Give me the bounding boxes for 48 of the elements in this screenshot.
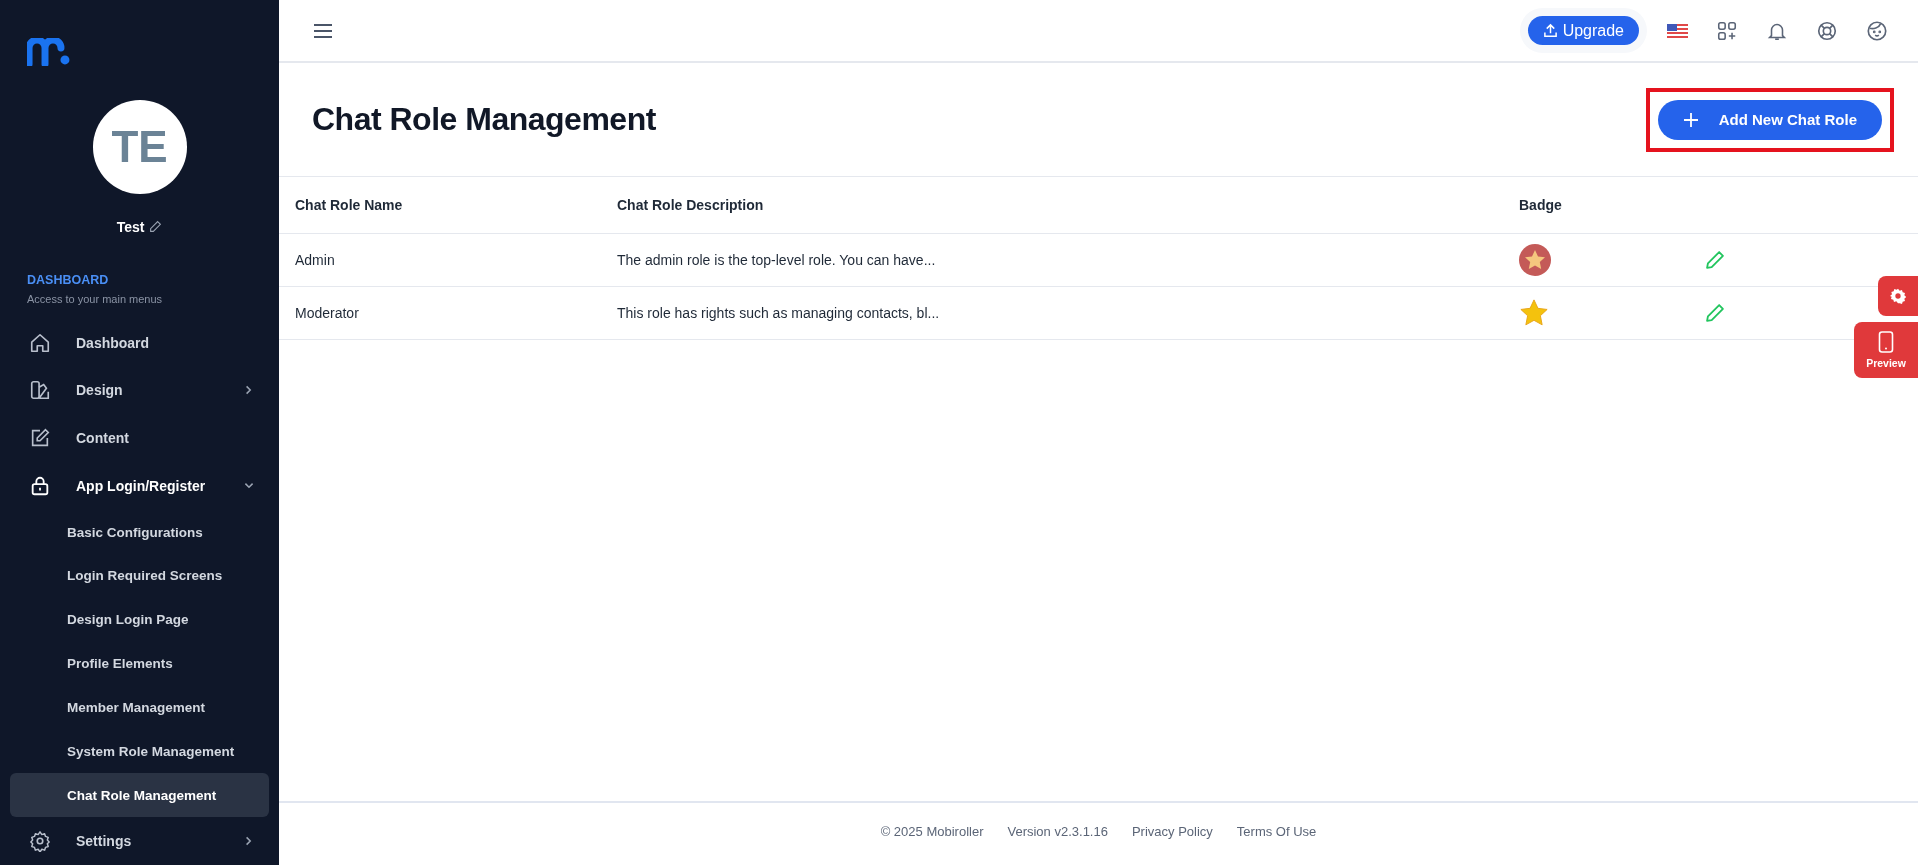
table-cell-text: This role has rights such as managing contacts, bl... — [617, 305, 941, 321]
section-title: DASHBOARD — [27, 272, 110, 287]
sidebar-item[interactable]: App Login/Register — [10, 462, 269, 511]
gear-icon — [1890, 288, 1906, 304]
column-header: Badge — [1519, 197, 1563, 213]
apps-icon[interactable] — [1716, 19, 1738, 42]
profile-icon[interactable] — [1866, 19, 1888, 42]
phone-icon — [1878, 331, 1894, 353]
avatar[interactable]: TE — [92, 99, 187, 194]
page-title: Chat Role Management — [312, 101, 656, 138]
footer-link[interactable]: Privacy Policy — [1131, 823, 1213, 839]
lock-icon — [29, 475, 51, 498]
submenu-item[interactable]: System Role Management — [10, 729, 269, 774]
sidebar-item[interactable]: Dashboard — [10, 318, 269, 367]
table-cell-text: The admin role is the top-level role. You can have... — [617, 252, 937, 268]
settings-button[interactable] — [1878, 276, 1918, 316]
section-subtitle: Access to your main menus — [27, 292, 164, 305]
flag-icon[interactable] — [1667, 23, 1688, 38]
table-cell-text: Moderator — [294, 305, 360, 321]
submenu-item[interactable]: Member Management — [10, 685, 269, 730]
column-header: Chat Role Name — [294, 197, 404, 213]
submenu-item[interactable]: Login Required Screens — [10, 553, 269, 598]
help-icon[interactable] — [1816, 19, 1838, 42]
sidebar-item[interactable]: Design — [10, 366, 269, 415]
submenu-item[interactable]: Design Login Page — [10, 597, 269, 642]
table-cell-text: Admin — [294, 252, 336, 268]
sidebar-item[interactable]: Settings — [10, 817, 269, 865]
sidebar-item[interactable]: Content — [10, 414, 269, 463]
pencil-icon[interactable] — [149, 220, 163, 234]
submenu-item[interactable]: Chat Role Management — [10, 773, 269, 818]
home-icon — [29, 331, 51, 354]
submenu-item[interactable]: Basic Configurations — [10, 510, 269, 554]
menu-icon[interactable] — [313, 22, 333, 39]
plus-icon — [1682, 111, 1699, 128]
star-icon — [1519, 298, 1549, 328]
footer-link[interactable]: Terms Of Use — [1236, 823, 1317, 839]
preview-button[interactable]: Preview — [1854, 322, 1918, 378]
design-icon — [29, 379, 51, 402]
footer-text: © 2025 Mobiroller — [880, 823, 984, 839]
star-badge-icon — [1519, 244, 1551, 276]
logo-icon[interactable] — [27, 38, 71, 66]
upload-icon — [1542, 23, 1558, 38]
user-name: Test — [116, 218, 145, 235]
footer-text: Version v2.3.1.16 — [1007, 823, 1108, 839]
column-header: Chat Role Description — [617, 197, 765, 213]
gear-icon — [29, 830, 51, 853]
add-chat-role-button[interactable]: Add New Chat Role — [1657, 99, 1882, 140]
submenu-item[interactable]: Profile Elements — [10, 641, 269, 686]
